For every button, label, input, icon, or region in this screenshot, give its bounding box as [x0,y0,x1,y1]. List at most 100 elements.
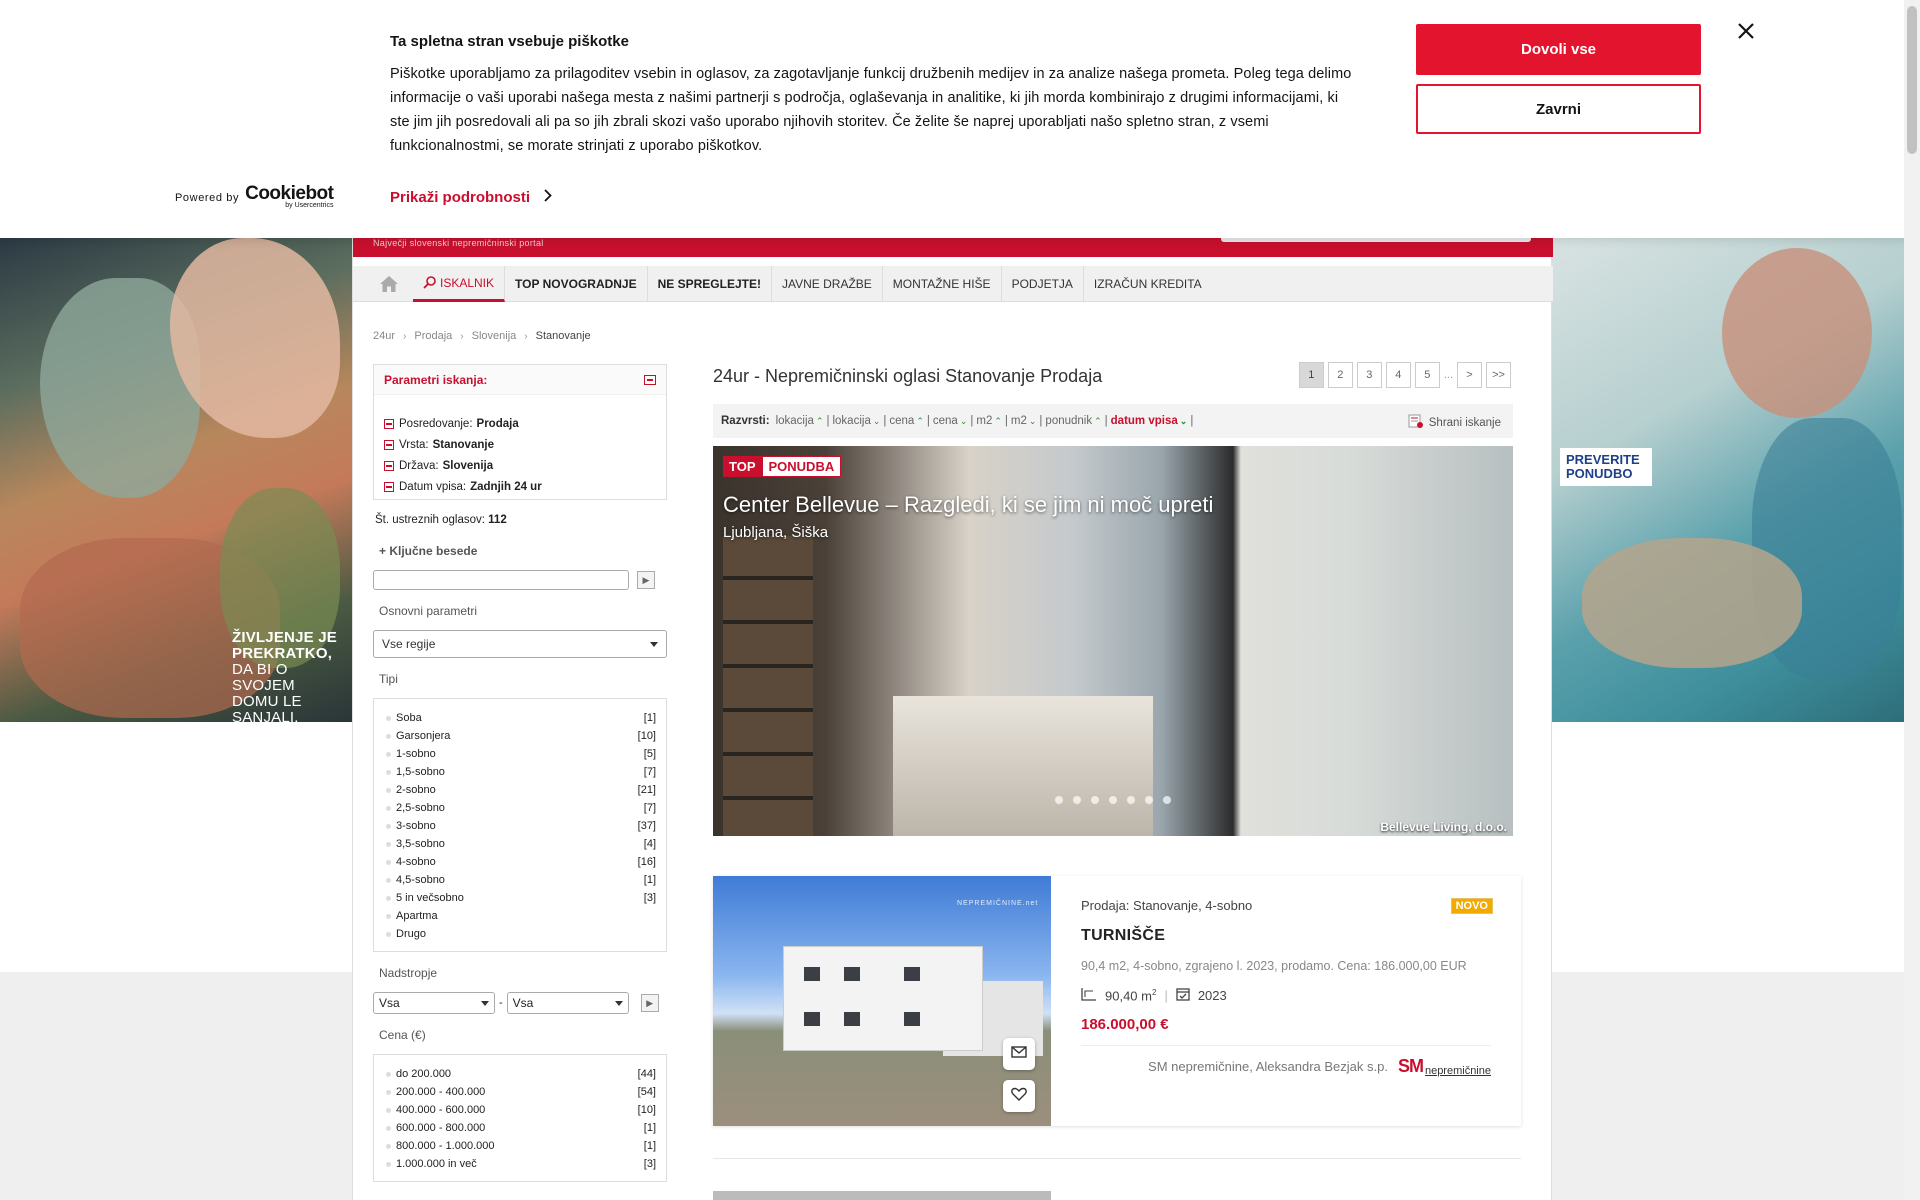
page-button[interactable]: 4 [1385,362,1411,388]
carousel-dot[interactable] [1163,796,1171,804]
remove-filter-icon[interactable] [384,418,394,429]
nav-item-label: IZRAČUN KREDITA [1093,277,1202,291]
sort-option[interactable]: m2 ⌃ [976,415,1002,427]
carousel-dot[interactable] [1073,796,1081,804]
sort-option[interactable]: cena ⌃ [889,415,923,427]
price-option[interactable]: 200.000 - 400.000 [54] [386,1083,656,1101]
price-option[interactable]: 1.000.000 in več [3] [386,1155,656,1173]
nav-item-izracun-kredita[interactable]: IZRAČUN KREDITA [1084,266,1212,302]
cookie-title: Ta spletna stran vsebuje piškotke [390,33,629,50]
type-option[interactable]: Soba [1] [386,709,656,727]
breadcrumb-link[interactable]: Prodaja [414,330,452,342]
powered-by-cookiebot[interactable]: Powered by Cookiebot by Usercentrics [175,184,334,210]
ad-cta-label[interactable]: PREVERITE PONUDBO [1560,448,1652,486]
price-option[interactable]: 800.000 - 1.000.000 [1] [386,1137,656,1155]
floor-to-value: Vsa [512,996,534,1010]
type-option[interactable]: Drugo [386,925,656,943]
agency-logo[interactable]: SM nepremičnine [1398,1056,1491,1077]
last-page-button[interactable]: >> [1486,362,1511,388]
sort-option[interactable]: m2 ⌄ [1011,415,1037,427]
carousel-dot[interactable] [1055,796,1063,804]
nav-item-podjetja[interactable]: PODJETJA [1002,266,1084,302]
save-search-button[interactable]: Shrani iskanje [1408,413,1501,432]
contact-button[interactable] [1003,1038,1035,1070]
scrollbar-thumb[interactable] [1907,6,1917,154]
listing-card[interactable]: NEPREMIČNINE.net Prodaja: Stanovanje, 4-… [713,876,1521,1126]
listing-location[interactable]: TURNIŠČE [1081,927,1491,945]
keywords-row: ▶ [373,570,667,590]
type-option[interactable]: 1,5-sobno [7] [386,763,656,781]
price-option[interactable]: 400.000 - 600.000 [10] [386,1101,656,1119]
page-button[interactable]: 3 [1356,362,1382,388]
sort-option[interactable]: cena ⌄ [933,415,967,427]
price-option-label: 800.000 - 1.000.000 [396,1140,495,1152]
type-option-name: 1-sobno [386,748,436,760]
carousel-dot[interactable] [1109,796,1117,804]
floor-from-value: Vsa [379,996,400,1010]
floor-from-select[interactable]: Vsa [373,992,495,1014]
listing-photo[interactable]: NEPREMIČNINE.net [713,876,1051,1126]
type-option[interactable]: 3-sobno [37] [386,817,656,835]
page-button[interactable]: 2 [1327,362,1353,388]
bullet-icon [386,877,391,883]
breadcrumb-link[interactable]: 24ur [373,330,395,342]
type-option-name: 3,5-sobno [386,838,445,850]
show-details-link[interactable]: Prikaži podrobnosti [390,189,552,206]
type-option-count: [1] [643,874,656,886]
chevron-down-icon [650,641,658,647]
type-option[interactable]: 4-sobno [16] [386,853,656,871]
remove-filter-icon[interactable] [384,460,394,471]
keywords-input[interactable] [373,570,629,590]
ad-slogan-line: SVOJEM [232,677,295,694]
page-scrollbar[interactable] [1904,0,1920,1200]
next-page-button[interactable]: > [1457,362,1482,388]
price-option[interactable]: 600.000 - 800.000 [1] [386,1119,656,1137]
collapse-icon[interactable] [644,374,656,385]
banner-headline: Center Bellevue – Razgledi, ki se jim ni… [723,492,1214,517]
nav-item-top-novogradnje[interactable]: TOP NOVOGRADNJE [505,266,648,302]
sort-option[interactable]: lokacija ⌃ [776,415,824,427]
right-advertisement[interactable]: PREVERITE PONUDBO [1552,238,1904,722]
close-icon[interactable] [1735,20,1757,42]
breadcrumb-link[interactable]: Slovenija [472,330,517,342]
nav-item-iskalnik[interactable]: ISKALNIK [413,266,506,302]
keywords-toggle[interactable]: + Ključne besede [373,544,667,558]
sort-option[interactable]: ponudnik ⌃ [1045,415,1101,427]
header-search-box[interactable] [1221,238,1531,242]
region-select[interactable]: Vse regije [373,630,667,658]
nav-item-javne-drazbe[interactable]: JAVNE DRAŽBE [772,266,883,302]
type-option[interactable]: 1-sobno [5] [386,745,656,763]
type-option[interactable]: 5 in večsobno [3] [386,889,656,907]
floor-submit-button[interactable]: ▶ [640,994,659,1012]
sort-option[interactable]: lokacija ⌄ [832,415,880,427]
page-button[interactable]: 5 [1414,362,1440,388]
nav-home[interactable] [365,266,413,302]
type-option[interactable]: 4,5-sobno [1] [386,871,656,889]
carousel-dot[interactable] [1127,796,1135,804]
price-option[interactable]: do 200.000 [44] [386,1065,656,1083]
type-option[interactable]: Garsonjera [10] [386,727,656,745]
type-option[interactable]: 3,5-sobno [4] [386,835,656,853]
remove-filter-icon[interactable] [384,439,394,450]
carousel-dot[interactable] [1145,796,1153,804]
type-option[interactable]: Apartma [386,907,656,925]
nav-item-ne-spreglejte[interactable]: NE SPREGLEJTE! [648,266,772,302]
allow-all-button[interactable]: Dovoli vse [1416,24,1701,75]
page-button[interactable]: 1 [1298,362,1324,388]
reject-button[interactable]: Zavrni [1416,84,1701,134]
type-option-label: 4,5-sobno [396,874,445,886]
remove-filter-icon[interactable] [384,481,394,492]
left-advertisement[interactable]: ŽIVLJENJE JE PREKRATKO, DA BI O SVOJEM D… [0,238,352,722]
type-option[interactable]: 2,5-sobno [7] [386,799,656,817]
top-offer-banner[interactable]: TOP PONUDBA Center Bellevue – Razgledi, … [713,446,1513,836]
carousel-dot[interactable] [1091,796,1099,804]
keywords-submit-button[interactable]: ▶ [637,571,655,589]
sort-option-active[interactable]: datum vpisa ⌄ [1111,415,1188,427]
agency-name[interactable]: SM nepremičnine, Aleksandra Bezjak s.p. [1148,1059,1388,1074]
nav-item-montazne-hise[interactable]: MONTAŽNE HIŠE [883,266,1002,302]
next-listing-photo[interactable] [713,1191,1051,1200]
listing-description: 90,4 m2, 4-sobno, zgrajeno l. 2023, prod… [1081,959,1467,973]
floor-to-select[interactable]: Vsa [506,992,629,1014]
favorite-button[interactable] [1003,1080,1035,1112]
type-option[interactable]: 2-sobno [21] [386,781,656,799]
